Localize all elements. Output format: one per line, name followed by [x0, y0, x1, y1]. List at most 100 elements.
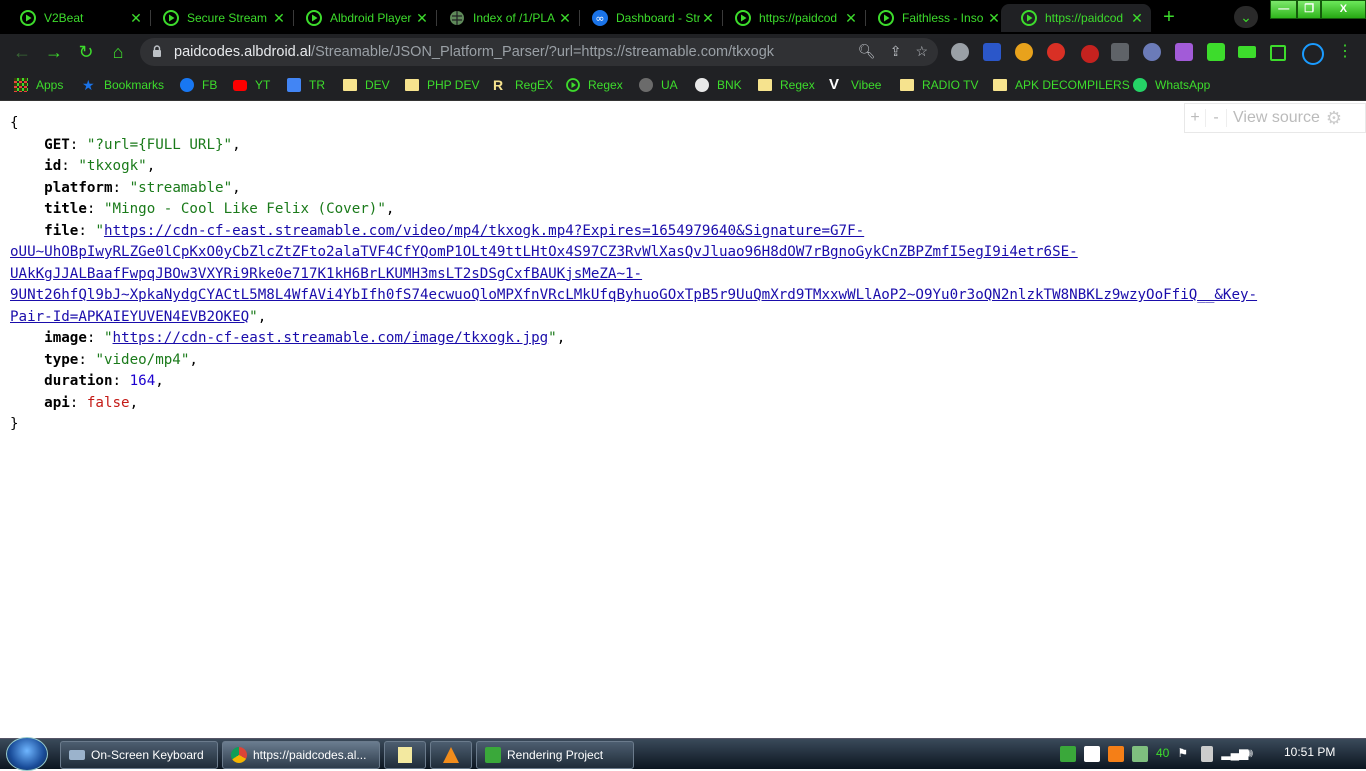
bookmark-radio-tv[interactable]: RADIO TV	[900, 76, 978, 94]
tab-faithless[interactable]: Faithless - Inso ✕	[858, 4, 1008, 32]
bookmark-vibee[interactable]: V Vibee	[829, 76, 881, 94]
gear-icon[interactable]: ⚙	[1326, 108, 1342, 129]
close-icon[interactable]: ✕	[986, 10, 1002, 27]
globe-icon	[449, 10, 465, 26]
keyboard-icon	[69, 750, 85, 760]
url-text[interactable]: paidcodes.albdroid.al/Streamable/JSON_Pl…	[174, 44, 774, 60]
media-queue-icon[interactable]	[1238, 46, 1256, 58]
minimize-button[interactable]: —	[1270, 0, 1298, 19]
signal-tray-icon[interactable]: ▂▄▆	[1221, 746, 1248, 762]
folder-icon	[900, 79, 914, 91]
whatsapp-icon	[1133, 78, 1147, 92]
code-extension-icon[interactable]	[1111, 43, 1129, 61]
device-tray-icon[interactable]	[1201, 746, 1214, 762]
bookmark-tr[interactable]: TR	[287, 76, 325, 94]
translate-icon	[287, 78, 301, 92]
pen-extension-icon[interactable]	[1175, 43, 1193, 61]
arrow-left-icon: ←	[13, 42, 31, 62]
share-icon[interactable]: ⇪	[890, 43, 902, 60]
close-window-button[interactable]: X	[1320, 0, 1366, 19]
reload-icon: ↻	[78, 42, 94, 62]
json-document: { GET: "?url={FULL URL}", id: "tkxogk", …	[10, 115, 1258, 432]
bookmark-fb[interactable]: FB	[180, 76, 217, 94]
bookmark-apps[interactable]: Apps	[14, 76, 63, 94]
reload-button[interactable]: ↻	[76, 42, 96, 62]
record-extension-icon[interactable]	[1079, 43, 1101, 65]
collapse-all-button[interactable]: -	[1206, 109, 1227, 127]
xampp-tray-icon[interactable]	[1108, 746, 1124, 762]
home-button[interactable]: ⌂	[108, 42, 128, 62]
tab-search-button[interactable]: ⌄	[1234, 6, 1258, 28]
bookmark-whatsapp[interactable]: WhatsApp	[1133, 76, 1210, 94]
start-button[interactable]	[6, 737, 48, 771]
tab-secure-stream[interactable]: Secure Stream ✕	[143, 4, 293, 32]
taskbar-clock[interactable]: 10:51 PM	[1284, 745, 1335, 759]
json-key-file: file	[44, 222, 79, 239]
bookmark-dev[interactable]: DEV	[343, 76, 390, 94]
forward-button[interactable]: →	[44, 42, 64, 62]
close-icon[interactable]: ✕	[557, 10, 573, 27]
globe-extension-icon[interactable]	[951, 43, 969, 61]
back-button[interactable]: ←	[12, 42, 32, 62]
menu-kebab-icon[interactable]: ⋮	[1336, 43, 1354, 61]
json-key-id: id	[44, 158, 62, 174]
tab-v2beat[interactable]: V2Beat ✕	[0, 4, 150, 32]
taskbar-vlc[interactable]	[430, 741, 472, 769]
close-icon[interactable]: ✕	[128, 10, 144, 27]
capture-tray-icon[interactable]	[1084, 746, 1100, 762]
bookmark-label: Apps	[36, 78, 64, 92]
tab-albdroid-player[interactable]: Albdroid Player ✕	[286, 4, 436, 32]
json-key-get: GET	[44, 136, 70, 153]
tab-paidcodes-1[interactable]: https://paidcod ✕	[715, 4, 865, 32]
file-url-line: https://cdn-cf-east.streamable.com/video…	[103, 222, 865, 239]
bookmarks-bar: Apps ★ Bookmarks FB YT TR DEV PHP DEV R Re…	[0, 70, 1366, 101]
bookmark-bnk[interactable]: BNK	[695, 76, 742, 94]
profile-icon[interactable]	[1302, 43, 1324, 65]
bookmark-ua[interactable]: UA	[639, 76, 678, 94]
bookmark-apk-decompilers[interactable]: APK DECOMPILERS	[993, 76, 1130, 94]
folder-icon	[993, 79, 1007, 91]
bookmark-regex-r[interactable]: R RegEX	[493, 76, 553, 94]
extensions-puzzle-icon[interactable]	[1207, 43, 1225, 61]
taskbar-chrome[interactable]: https://paidcodes.al...	[222, 741, 380, 769]
power-tray-icon[interactable]	[1132, 746, 1148, 762]
tab-dashboard[interactable]: ∞ Dashboard - Str ✕	[572, 4, 722, 32]
bookmark-regex-folder[interactable]: Regex	[758, 76, 815, 94]
close-icon[interactable]: ✕	[271, 10, 287, 27]
close-icon[interactable]: ✕	[1129, 10, 1145, 27]
taskbar-rendering-project[interactable]: Rendering Project	[476, 741, 634, 769]
notepad-icon	[398, 747, 412, 763]
camtasia-tray-icon[interactable]	[1060, 746, 1076, 762]
taskbar-notepad[interactable]	[384, 741, 426, 769]
close-icon[interactable]: ✕	[414, 10, 430, 27]
bookmark-php-dev[interactable]: PHP DEV	[405, 76, 479, 94]
no-script-extension-icon[interactable]	[1047, 43, 1065, 61]
tab-index-of[interactable]: Index of /1/PLA ✕	[429, 4, 579, 32]
new-tab-button[interactable]: +	[1158, 6, 1180, 28]
image-url-link[interactable]: https://cdn-cf-east.streamable.com/image…	[113, 330, 549, 346]
bookmark-regex-play[interactable]: Regex	[566, 76, 623, 94]
close-icon[interactable]: ✕	[700, 10, 716, 27]
address-bar[interactable]: paidcodes.albdroid.al/Streamable/JSON_Pl…	[140, 38, 938, 66]
side-panel-icon[interactable]	[1270, 45, 1286, 61]
file-url-link[interactable]: https://cdn-cf-east.streamable.com/video…	[10, 223, 1257, 325]
expand-all-button[interactable]: +	[1185, 109, 1206, 127]
cursor-extension-icon[interactable]	[1143, 43, 1161, 61]
star-icon[interactable]: ☆	[915, 43, 928, 60]
tab-paidcodes-active[interactable]: https://paidcod ✕	[1001, 4, 1151, 32]
svg-text:∞: ∞	[595, 12, 604, 25]
json-key-platform: platform	[44, 179, 113, 196]
cookie-extension-icon[interactable]	[1015, 43, 1033, 61]
json-open-brace: {	[10, 115, 19, 131]
mail-extension-icon[interactable]	[983, 43, 1001, 61]
restore-button[interactable]: ❐	[1297, 0, 1321, 19]
taskbar-onscreen-keyboard[interactable]: On-Screen Keyboard	[60, 741, 218, 769]
view-source-button[interactable]: View source	[1227, 109, 1326, 127]
bookmark-yt[interactable]: YT	[233, 76, 270, 94]
zoom-icon[interactable]: 🔍︎	[858, 43, 876, 60]
bookmark-bookmarks[interactable]: ★ Bookmarks	[82, 76, 164, 94]
volume-tray-icon[interactable]: 🔊︎	[1245, 746, 1261, 762]
bookmark-label: BNK	[717, 78, 742, 92]
flag-tray-icon[interactable]: ⚑	[1177, 746, 1193, 762]
close-icon[interactable]: ✕	[843, 10, 859, 27]
